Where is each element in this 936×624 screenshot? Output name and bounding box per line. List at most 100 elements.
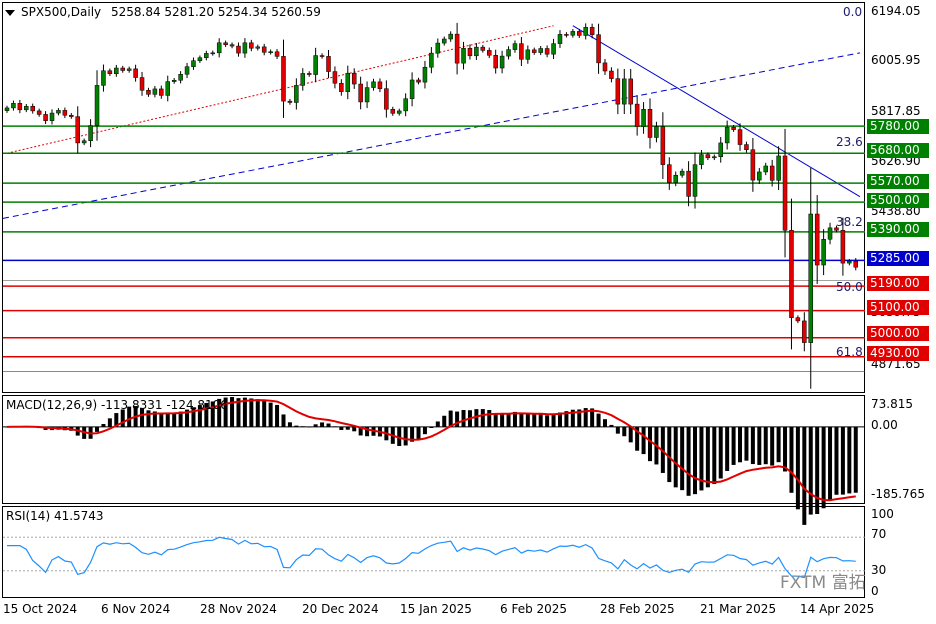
candle-body — [564, 34, 569, 36]
candle-body — [120, 67, 125, 71]
candle-body — [416, 79, 421, 83]
macd-bar — [680, 426, 685, 491]
candle-body — [36, 110, 42, 115]
macd-bar — [281, 414, 286, 427]
macd-bar — [326, 423, 331, 427]
candle-body — [705, 154, 711, 159]
macd-bar — [352, 426, 357, 432]
candle-body — [435, 42, 441, 54]
macd-bar — [815, 426, 820, 515]
level-box: 5680.00 — [867, 143, 929, 158]
macd-bar — [750, 426, 755, 465]
candle-body — [4, 107, 10, 111]
rsi-label: RSI(14) 41.5743 — [6, 509, 104, 523]
candle-body — [422, 66, 428, 83]
price-tick: 5817.85 — [871, 104, 921, 118]
macd-bar — [95, 426, 100, 432]
macd-bar — [776, 426, 781, 463]
candle-body — [139, 77, 145, 91]
macd-bar — [255, 399, 260, 427]
candle-body — [615, 78, 621, 105]
candle-body — [178, 74, 183, 81]
macd-bar — [519, 413, 524, 427]
candle-body — [249, 42, 254, 49]
fib-label: 61.8 — [836, 345, 863, 359]
candle-body — [519, 43, 524, 60]
candle-body — [69, 114, 74, 117]
candle-body — [712, 156, 717, 159]
macd-bar — [802, 426, 807, 525]
fib-label: 50.0 — [836, 280, 863, 294]
candle-body — [827, 227, 833, 240]
candle-body — [326, 56, 331, 72]
macd-bar — [345, 426, 350, 430]
candle-body — [454, 33, 460, 64]
macd-bar — [667, 426, 672, 483]
candle-body — [75, 116, 80, 144]
candle-body — [403, 98, 408, 112]
macd-bar — [770, 426, 775, 466]
candle-body — [551, 43, 556, 55]
macd-bar — [422, 426, 427, 435]
candle-body — [261, 46, 267, 53]
macd-bar — [686, 426, 691, 496]
level-box: 5100.00 — [867, 300, 929, 315]
macd-bar — [493, 413, 498, 427]
macd-bar — [648, 426, 652, 462]
candle-body — [474, 46, 479, 57]
candle-body — [609, 70, 614, 79]
candle-body — [351, 72, 357, 85]
macd-bar — [500, 413, 505, 427]
candle-body — [808, 213, 813, 343]
rsi-tick: 70 — [871, 527, 887, 541]
candle-body — [396, 110, 402, 114]
candle-body — [692, 164, 698, 197]
macd-tick: 73.815 — [871, 397, 913, 411]
macd-bar — [107, 418, 112, 427]
macd-bar — [294, 425, 299, 427]
candle-body — [332, 71, 338, 84]
candle-body — [814, 213, 820, 266]
candle-body — [731, 126, 736, 130]
level-box: 5570.00 — [867, 174, 929, 189]
candle-body — [197, 57, 203, 61]
chart-header: SPX500,Daily 5258.84 5281.20 5254.34 526… — [21, 5, 321, 19]
candle-body — [506, 49, 511, 57]
fib-label: 0.0 — [843, 5, 863, 19]
candle-body — [319, 55, 325, 57]
chart-svg — [2, 22, 865, 579]
chevron-down-icon[interactable] — [5, 10, 15, 16]
macd-bar — [834, 426, 839, 495]
candle-body — [654, 126, 659, 138]
candle-body — [88, 125, 93, 141]
macd-bar — [705, 426, 710, 488]
candle-body — [570, 31, 576, 36]
candle-body — [853, 260, 859, 268]
candle-body — [223, 42, 228, 45]
candle-body — [409, 79, 415, 99]
macd-bar — [641, 426, 646, 455]
candle-body — [159, 88, 164, 96]
candle-body — [647, 109, 653, 138]
date-label: 28 Nov 2024 — [200, 602, 277, 616]
candle-body — [358, 83, 363, 103]
rsi-tick: 100 — [871, 507, 894, 521]
candle-body — [769, 165, 775, 181]
macd-bar — [828, 426, 833, 501]
macd-bar — [249, 398, 254, 427]
candle-body — [281, 56, 286, 102]
candle-body — [686, 170, 691, 197]
level-box: 5285.00 — [867, 251, 929, 266]
candle-body — [229, 44, 235, 47]
candle-body — [313, 55, 318, 75]
macd-bar — [725, 426, 730, 471]
candle-body — [577, 31, 582, 36]
candle-body — [11, 103, 16, 109]
candle-body — [538, 48, 543, 53]
candle-body — [184, 66, 190, 75]
candle-body — [583, 27, 588, 36]
candle-body — [544, 48, 550, 55]
macd-bar — [718, 426, 723, 479]
candle-body — [384, 88, 389, 110]
level-box: 5000.00 — [867, 326, 929, 341]
